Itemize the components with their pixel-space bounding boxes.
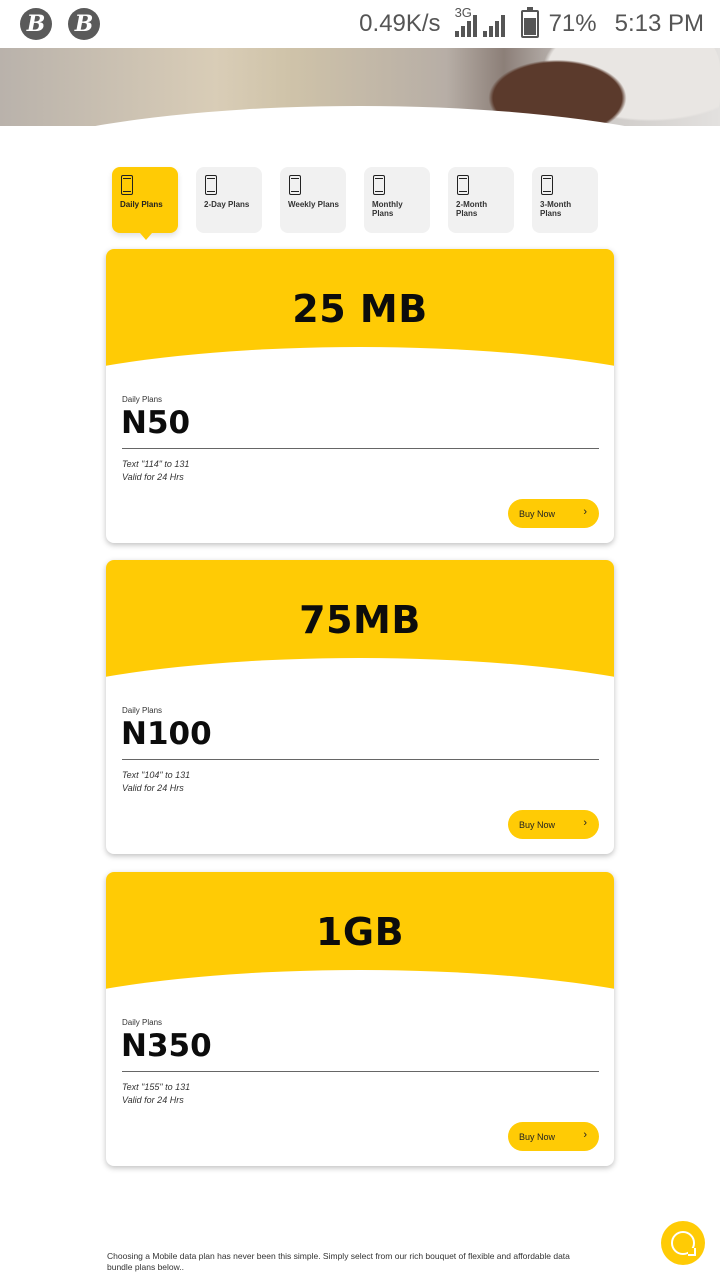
chat-button[interactable] — [661, 1221, 705, 1265]
plan-card: 75MB Daily Plans N100 Text "104" to 131 … — [106, 560, 614, 854]
buy-now-label: Buy Now — [519, 819, 556, 830]
plan-price: N350 — [121, 1028, 212, 1064]
signal-bars-icon — [482, 15, 505, 37]
app-notification-icon: B — [68, 8, 100, 40]
plan-shortcode: Text "155" to 131 — [122, 1082, 191, 1092]
plan-details: Text "104" to 131 Valid for 24 Hrs — [122, 769, 190, 795]
buy-now-button[interactable]: Buy Now › — [508, 499, 599, 528]
divider — [122, 1071, 599, 1072]
plan-tabs: Daily Plans 2-Day Plans Weekly Plans Mon… — [112, 167, 598, 240]
hero-banner — [0, 48, 720, 126]
plan-card: 25 MB Daily Plans N50 Text "114" to 131 … — [106, 249, 614, 543]
phone-icon — [289, 175, 301, 195]
divider — [122, 448, 599, 449]
card-wave — [106, 970, 614, 1004]
tab-label: 2-Day Plans — [204, 200, 250, 209]
plan-category: Daily Plans — [122, 395, 163, 404]
phone-icon — [121, 175, 133, 195]
tab-2-month-plans[interactable]: 2-Month Plans — [448, 167, 514, 233]
tab-label: 2-Month Plans — [456, 200, 488, 218]
network-type: 3G — [454, 5, 472, 20]
plan-price: N100 — [121, 716, 212, 752]
plan-card: 1GB Daily Plans N350 Text "155" to 131 V… — [106, 872, 614, 1166]
tab-label: Daily Plans — [120, 200, 163, 209]
plan-data-size: 1GB — [315, 910, 405, 954]
divider — [122, 759, 599, 760]
phone-icon — [373, 175, 385, 195]
phone-icon — [457, 175, 469, 195]
chevron-right-icon: › — [583, 1129, 587, 1141]
plan-card-header: 1GB — [106, 872, 614, 1004]
app-notification-icon: B — [20, 8, 52, 40]
plan-validity: Valid for 24 Hrs — [122, 783, 184, 793]
buy-now-button[interactable]: Buy Now › — [508, 1122, 599, 1151]
plan-validity: Valid for 24 Hrs — [122, 1095, 184, 1105]
status-bar: B B 0.49K/s 3G 71% 5:13 PM — [0, 0, 720, 48]
tab-label: Weekly Plans — [288, 200, 339, 209]
plan-shortcode: Text "104" to 131 — [122, 770, 191, 780]
plan-data-size: 25 MB — [292, 287, 428, 331]
plan-category: Daily Plans — [122, 706, 163, 715]
screen: B B 0.49K/s 3G 71% 5:13 PM Daily Plans 2… — [0, 0, 720, 1280]
chevron-right-icon: › — [583, 817, 587, 829]
network-speed: 0.49K/s — [359, 10, 441, 37]
plan-details: Text "155" to 131 Valid for 24 Hrs — [122, 1081, 190, 1107]
battery-icon — [520, 7, 539, 38]
plan-price: N50 — [121, 405, 191, 441]
tab-daily-plans[interactable]: Daily Plans — [112, 167, 178, 240]
clock: 5:13 PM — [614, 10, 704, 37]
chat-bubble-icon — [671, 1231, 696, 1256]
buy-now-label: Buy Now — [519, 508, 556, 519]
battery-percent: 71% — [548, 10, 597, 37]
plan-validity: Valid for 24 Hrs — [122, 472, 184, 482]
status-indicators: 0.49K/s 3G 71% 5:13 PM — [349, 5, 704, 38]
plan-category: Daily Plans — [122, 1018, 163, 1027]
plan-shortcode: Text "114" to 131 — [122, 459, 190, 469]
tab-label: 3-Month Plans — [540, 200, 572, 218]
phone-icon — [205, 175, 217, 195]
plan-data-size: 75MB — [299, 598, 421, 642]
chevron-right-icon: › — [583, 506, 587, 518]
card-wave — [106, 658, 614, 692]
buy-now-button[interactable]: Buy Now › — [508, 810, 599, 839]
page-description: Choosing a Mobile data plan has never be… — [107, 1251, 570, 1272]
tab-monthly-plans[interactable]: Monthly Plans — [364, 167, 430, 233]
tab-weekly-plans[interactable]: Weekly Plans — [280, 167, 346, 233]
buy-now-label: Buy Now — [519, 1131, 556, 1142]
tab-3-month-plans[interactable]: 3-Month Plans — [532, 167, 598, 233]
tab-2-day-plans[interactable]: 2-Day Plans — [196, 167, 262, 233]
signal-icon: 3G — [454, 5, 511, 37]
plan-card-header: 75MB — [106, 560, 614, 692]
tab-label: Monthly Plans — [372, 200, 403, 218]
card-wave — [106, 347, 614, 381]
plan-details: Text "114" to 131 Valid for 24 Hrs — [122, 458, 189, 484]
phone-icon — [541, 175, 553, 195]
plan-card-header: 25 MB — [106, 249, 614, 381]
